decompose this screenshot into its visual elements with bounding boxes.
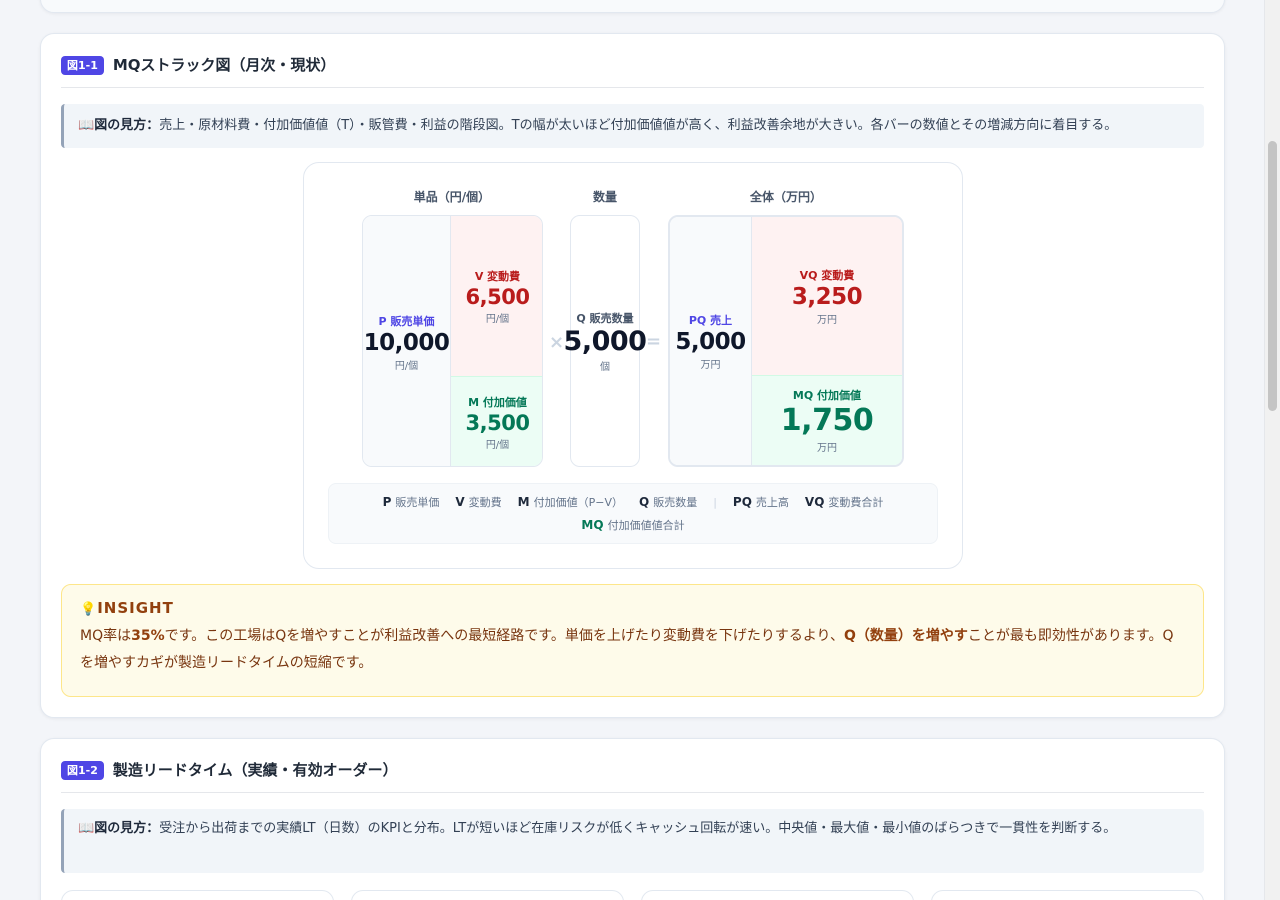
insight-title: 💡INSIGHT xyxy=(80,599,174,617)
m-value: 3,500 xyxy=(465,411,530,435)
pq-unit: 万円 xyxy=(700,359,721,371)
total-block: PQ 売上 5,000 万円 VQ 変動費 3,250 万円 MQ 付加価値 1… xyxy=(668,215,904,467)
legend-item-pq: PQ 売上高 xyxy=(732,495,789,509)
pq-block: PQ 売上 5,000 万円 xyxy=(670,217,752,465)
v-block: V 変動費 6,500 円/個 xyxy=(451,216,542,376)
scrollbar-track[interactable] xyxy=(1264,0,1280,900)
quantity-column-label: 数量 xyxy=(592,190,617,204)
book-icon: 📖 xyxy=(78,821,95,836)
legend-item-mq: MQ 付加価値値合計 xyxy=(581,518,685,532)
kpi-card xyxy=(641,890,914,900)
card-title: 製造リードタイム（実績・有効オーダー） xyxy=(112,761,398,779)
p-value: 10,000 xyxy=(363,329,450,356)
mq-label: MQ 付加価値 xyxy=(792,389,862,402)
unit-block: P 販売単価 10,000 円/個 V 変動費 6,500 円/個 M 付加価値… xyxy=(362,215,543,467)
p-unit: 円/個 xyxy=(394,360,419,372)
m-unit: 円/個 xyxy=(485,440,510,451)
mq-unit: 万円 xyxy=(817,443,837,454)
times-operator: × xyxy=(549,332,565,353)
figure-badge: 図1-1 xyxy=(61,56,104,75)
previous-section-card xyxy=(40,0,1225,13)
vq-value: 3,250 xyxy=(791,283,863,310)
legend-separator: | xyxy=(713,495,717,509)
legend-item-v: V 変動費 xyxy=(455,495,502,509)
mq-block: MQ 付加価値 1,750 万円 xyxy=(752,375,902,465)
how-to-read-label: 図の見方： xyxy=(94,821,160,836)
how-to-read-text: 受注から出荷までの実績LT（日数）のKPIと分布。LTが短いほど在庫リスクが低く… xyxy=(159,821,1117,836)
legend-item-q: Q 販売数量 xyxy=(639,495,698,509)
m-block: M 付加価値 3,500 円/個 xyxy=(451,376,542,466)
mq-legend: P 販売単価 V 変動費 M 付加価値（P−V） Q 販売数量 | PQ 売上高 VQ 変動… xyxy=(328,483,938,544)
vq-unit: 万円 xyxy=(817,314,837,326)
pq-value: 5,000 xyxy=(675,328,746,355)
m-label: M 付加価値 xyxy=(468,396,527,409)
q-label: Q 販売数量 xyxy=(576,311,634,325)
mq-struck-card: 図1-1 MQストラック図（月次・現状） 📖図の見方：売上・原材料費・付加価値値… xyxy=(40,33,1225,718)
lightbulb-icon: 💡 xyxy=(80,602,98,617)
kpi-card xyxy=(61,890,334,900)
legend-item-vq: VQ 変動費合計 xyxy=(804,495,884,509)
v-value: 6,500 xyxy=(465,284,530,309)
v-unit: 円/個 xyxy=(485,313,510,325)
q-unit: 個 xyxy=(600,361,610,373)
pq-label: PQ 売上 xyxy=(688,313,733,327)
kpi-card xyxy=(931,890,1204,900)
q-block: Q 販売数量 5,000 個 xyxy=(564,215,647,467)
unit-column-label: 単品（円/個） xyxy=(413,190,491,204)
mq-value: 1,750 xyxy=(780,403,874,438)
figure-badge: 図1-2 xyxy=(61,761,104,780)
how-to-read-note: 📖図の見方：受注から出荷までの実績LT（日数）のKPIと分布。LTが短いほど在庫… xyxy=(61,809,1204,873)
kpi-card xyxy=(351,890,624,900)
vq-block: VQ 変動費 3,250 万円 xyxy=(752,217,902,375)
card-title: MQストラック図（月次・現状） xyxy=(112,56,336,74)
total-column-label: 全体（万円） xyxy=(749,190,822,204)
card-header: 図1-1 MQストラック図（月次・現状） xyxy=(61,54,1204,88)
legend-item-p: P 販売単価 xyxy=(382,495,440,509)
scrollbar-thumb[interactable] xyxy=(1268,141,1277,411)
p-label: P 販売単価 xyxy=(378,314,435,328)
q-value: 5,000 xyxy=(563,325,647,357)
how-to-read-note: 📖図の見方：売上・原材料費・付加価値値（T）・販管費・利益の階段図。Tの幅が太い… xyxy=(61,104,1204,148)
lead-time-card: 図1-2 製造リードタイム（実績・有効オーダー） 📖図の見方：受注から出荷までの… xyxy=(40,738,1225,900)
insight-box: 💡INSIGHT MQ率は35%です。この工場はQを増やすことが利益改善への最短… xyxy=(61,584,1204,697)
book-icon: 📖 xyxy=(78,118,95,133)
mq-diagram: 単品（円/個） 数量 全体（万円） P 販売単価 10,000 円/個 V 変動… xyxy=(303,162,963,569)
equals-operator: = xyxy=(646,331,662,352)
p-block: P 販売単価 10,000 円/個 xyxy=(363,216,451,466)
card-header: 図1-2 製造リードタイム（実績・有効オーダー） xyxy=(61,759,1204,793)
insight-text: MQ率は35%です。この工場はQを増やすことが利益改善への最短経路です。単価を上… xyxy=(80,628,1174,671)
v-label: V 変動費 xyxy=(474,269,521,283)
how-to-read-label: 図の見方： xyxy=(94,118,160,133)
legend-item-m: M 付加価値（P−V） xyxy=(517,495,623,509)
how-to-read-text: 売上・原材料費・付加価値値（T）・販管費・利益の階段図。Tの幅が太いほど付加価値… xyxy=(159,118,1118,133)
vq-label: VQ 変動費 xyxy=(799,268,855,282)
